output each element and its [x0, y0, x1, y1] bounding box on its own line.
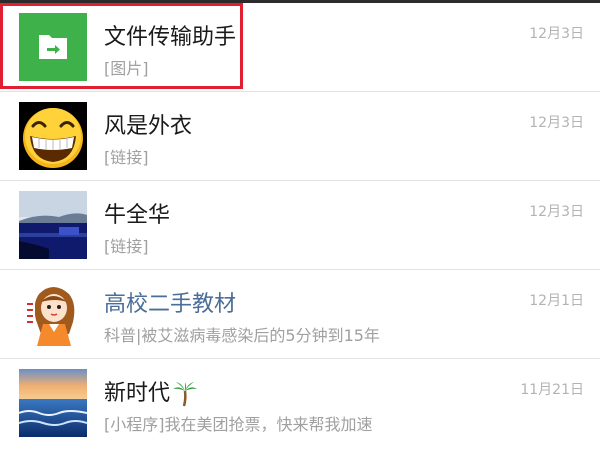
chat-preview: [链接]	[104, 148, 149, 167]
cartoon-girl-icon	[19, 280, 87, 348]
chat-item-feng-shi-wai-yi[interactable]: 风是外衣 [链接] 12月3日	[0, 92, 600, 181]
chat-preview: 科普|被艾滋病毒感染后的5分钟到15年	[104, 326, 380, 345]
chat-time: 12月3日	[529, 115, 584, 131]
laughing-emoji-icon	[19, 102, 87, 170]
chat-preview: [图片]	[104, 59, 149, 78]
chat-name: 牛全华	[104, 203, 171, 228]
avatar	[19, 102, 87, 170]
chat-time: 12月1日	[529, 293, 584, 309]
avatar	[19, 13, 87, 81]
chat-item-xin-shi-dai[interactable]: 新时代 [小程序]我在美团抢票，快来帮我加速 11月21日	[0, 359, 600, 448]
chat-name: 风是外衣	[104, 114, 193, 139]
avatar	[19, 280, 87, 348]
chat-name: 文件传输助手	[104, 25, 237, 50]
avatar	[19, 191, 87, 259]
chat-time: 11月21日	[520, 382, 584, 398]
chat-list: 文件传输助手 [图片] 12月3日 风是外衣 [链接] 12月3日 牛全华 [链…	[0, 3, 600, 448]
folder-transfer-icon	[19, 13, 87, 81]
chat-item-niu-quan-hua[interactable]: 牛全华 [链接] 12月3日	[0, 181, 600, 270]
sea-sunset-icon	[19, 369, 87, 437]
avatar	[19, 369, 87, 437]
chat-preview: [小程序]我在美团抢票，快来帮我加速	[104, 415, 373, 434]
chat-preview: [链接]	[104, 237, 149, 256]
chat-name: 高校二手教材	[104, 292, 237, 317]
palm-tree-icon	[172, 381, 198, 407]
chat-item-gao-xiao-er-shou-jiao-cai[interactable]: 高校二手教材 科普|被艾滋病毒感染后的5分钟到15年 12月1日	[0, 270, 600, 359]
chat-name-text: 新时代	[104, 381, 171, 406]
chat-item-file-transfer[interactable]: 文件传输助手 [图片] 12月3日	[0, 3, 600, 92]
chat-name: 新时代	[104, 375, 198, 407]
chat-time: 12月3日	[529, 26, 584, 42]
landscape-photo-icon	[19, 191, 87, 259]
chat-time: 12月3日	[529, 204, 584, 220]
